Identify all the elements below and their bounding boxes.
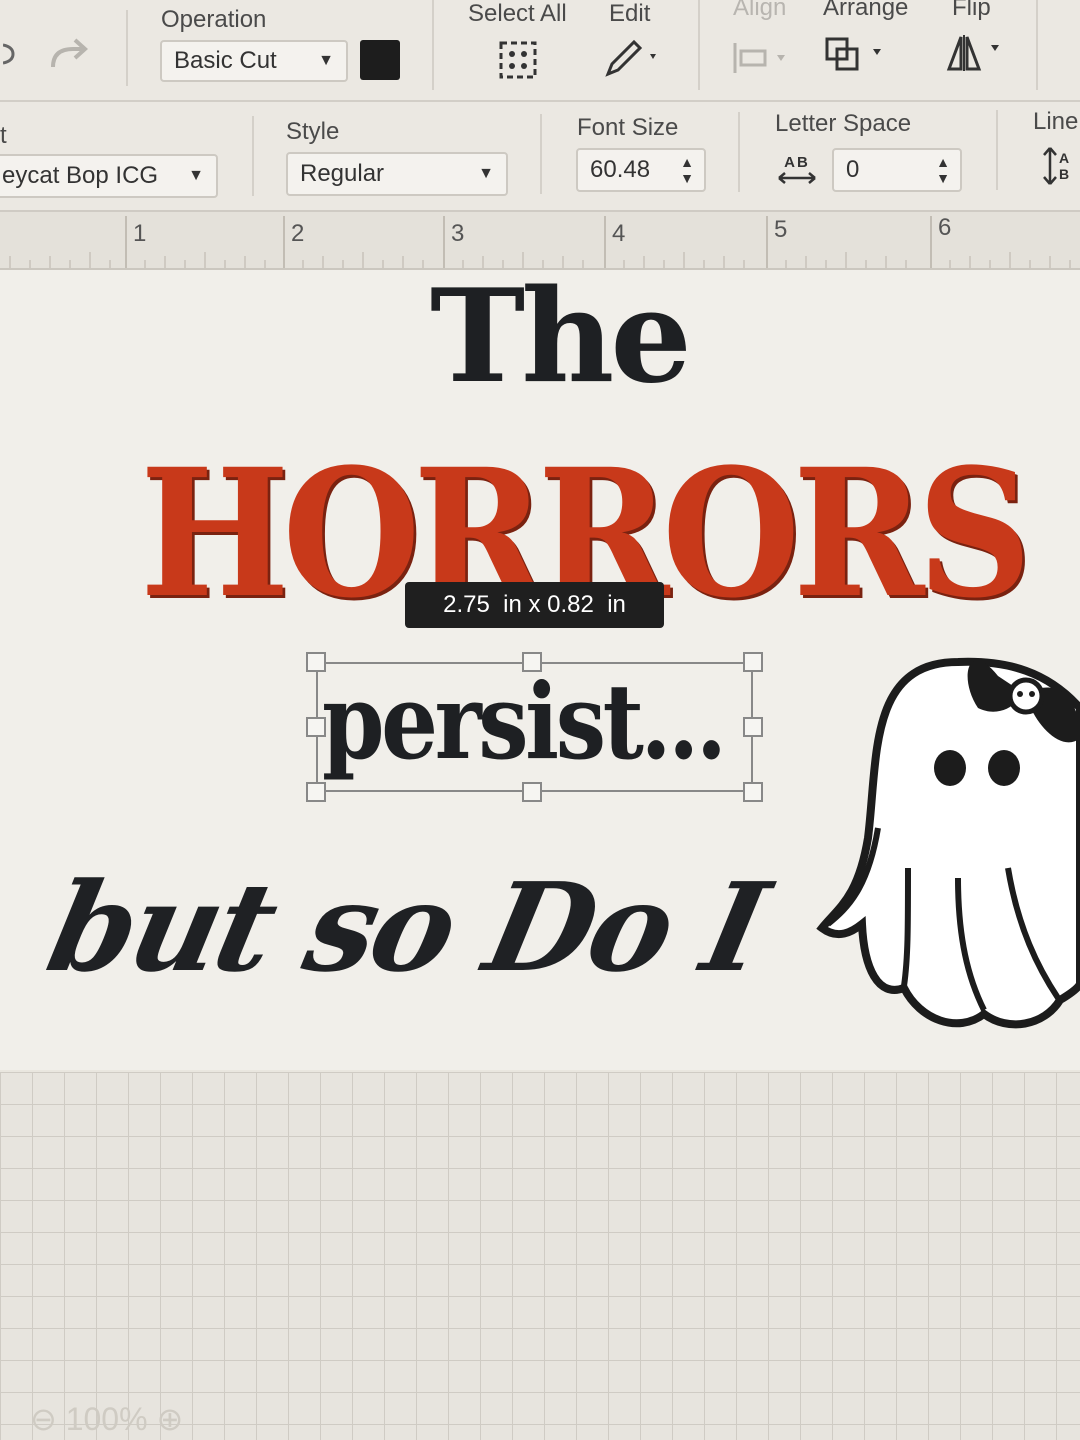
line-icon-text-a: A [1058, 150, 1070, 166]
pencil-edit-icon[interactable] [600, 36, 664, 80]
ruler-label: 1 [133, 220, 147, 247]
ruler-label: 5 [774, 216, 788, 243]
operation-value: Basic Cut [174, 47, 277, 74]
text-toolbar: t eycat Bop ICG ▼ Style Regular ▼ Font S… [0, 102, 1080, 212]
stepper-arrows-icon[interactable]: ▲ ▼ [676, 154, 698, 186]
resize-handle-bottom-left[interactable] [306, 782, 326, 802]
stepper-arrows-icon[interactable]: ▲ ▼ [932, 154, 954, 186]
resize-handle-top-left[interactable] [306, 652, 326, 672]
resize-handle-left[interactable] [306, 717, 326, 737]
flip-icon[interactable] [944, 32, 1008, 74]
font-size-value: 60.48 [590, 156, 651, 183]
zoom-control: ⊖ 100% ⊕ [30, 1400, 183, 1438]
letter-space-value: 0 [846, 156, 860, 183]
chevron-down-icon: ▼ [188, 167, 204, 184]
letter-space-icon-text: AB [784, 153, 810, 171]
text-but-so-do-i[interactable]: but so Do I [37, 855, 776, 999]
font-select[interactable]: eycat Bop ICG ▼ [0, 154, 218, 198]
flip-label: Flip [952, 0, 991, 21]
font-size-input[interactable]: 60.48 ▲ ▼ [576, 148, 706, 192]
style-select[interactable]: Regular ▼ [286, 152, 508, 196]
arrange-icon[interactable] [822, 34, 888, 76]
separator [432, 0, 434, 90]
operation-color-swatch[interactable] [360, 40, 400, 80]
ruler-major-tick [283, 216, 285, 268]
line-space-icon: A B [1034, 144, 1076, 188]
ruler-major-tick [766, 216, 768, 268]
ruler-major-tick [443, 216, 445, 268]
text-the[interactable]: The [430, 262, 692, 412]
ruler-label: 4 [612, 220, 626, 247]
font-label: t [0, 122, 7, 149]
select-all-label: Select All [468, 0, 567, 27]
align-icon[interactable] [730, 40, 790, 76]
resize-handle-bottom-right[interactable] [743, 782, 763, 802]
separator [126, 10, 128, 86]
ghost-with-bow-icon[interactable] [808, 648, 1080, 1048]
ruler-major-tick [604, 216, 606, 268]
letter-space-icon: AB [774, 148, 820, 190]
font-value: eycat Bop ICG [2, 162, 159, 189]
canvas-grid[interactable] [0, 1072, 1080, 1440]
top-toolbar: Operation Basic Cut ▼ Select All Edit Al… [0, 0, 1080, 102]
line-icon-text-b: B [1058, 166, 1070, 182]
separator [738, 112, 740, 192]
ruler-label: 3 [451, 220, 465, 247]
style-label: Style [286, 118, 340, 145]
style-value: Regular [300, 160, 385, 187]
ruler-major-tick [930, 216, 932, 268]
chevron-down-icon: ▼ [318, 52, 334, 69]
line-space-label: Line [1033, 108, 1079, 135]
separator [996, 110, 998, 190]
separator [540, 114, 542, 194]
resize-handle-right[interactable] [743, 717, 763, 737]
ruler-label: 6 [938, 214, 952, 241]
zoom-in-icon[interactable]: ⊕ [156, 1401, 183, 1437]
edit-label: Edit [609, 0, 651, 27]
resize-handle-bottom[interactable] [522, 782, 542, 802]
resize-handle-top-right[interactable] [743, 652, 763, 672]
separator [1036, 0, 1038, 90]
redo-icon[interactable] [44, 30, 94, 80]
letter-space-input[interactable]: 0 ▲ ▼ [832, 148, 962, 192]
dimension-tooltip: 2.75 in x 0.82 in [405, 582, 664, 628]
separator [252, 116, 254, 196]
redo-forward-icon[interactable] [0, 34, 20, 74]
arrange-label: Arrange [823, 0, 909, 21]
ruler-major-tick [125, 216, 127, 268]
ruler-minor-ticks [9, 252, 1071, 268]
operation-label: Operation [161, 6, 267, 33]
letter-space-label: Letter Space [775, 110, 912, 137]
chevron-down-icon: ▼ [478, 165, 494, 182]
ruler-label: 2 [291, 220, 305, 247]
align-label: Align [733, 0, 787, 21]
resize-handle-top[interactable] [522, 652, 542, 672]
zoom-out-icon[interactable]: ⊖ [30, 1401, 57, 1437]
font-size-label: Font Size [577, 114, 679, 141]
selection-bounding-box[interactable] [316, 662, 753, 792]
select-all-icon[interactable] [496, 38, 540, 82]
zoom-value: 100% [65, 1401, 148, 1437]
separator [698, 0, 700, 90]
operation-select[interactable]: Basic Cut ▼ [160, 40, 348, 82]
